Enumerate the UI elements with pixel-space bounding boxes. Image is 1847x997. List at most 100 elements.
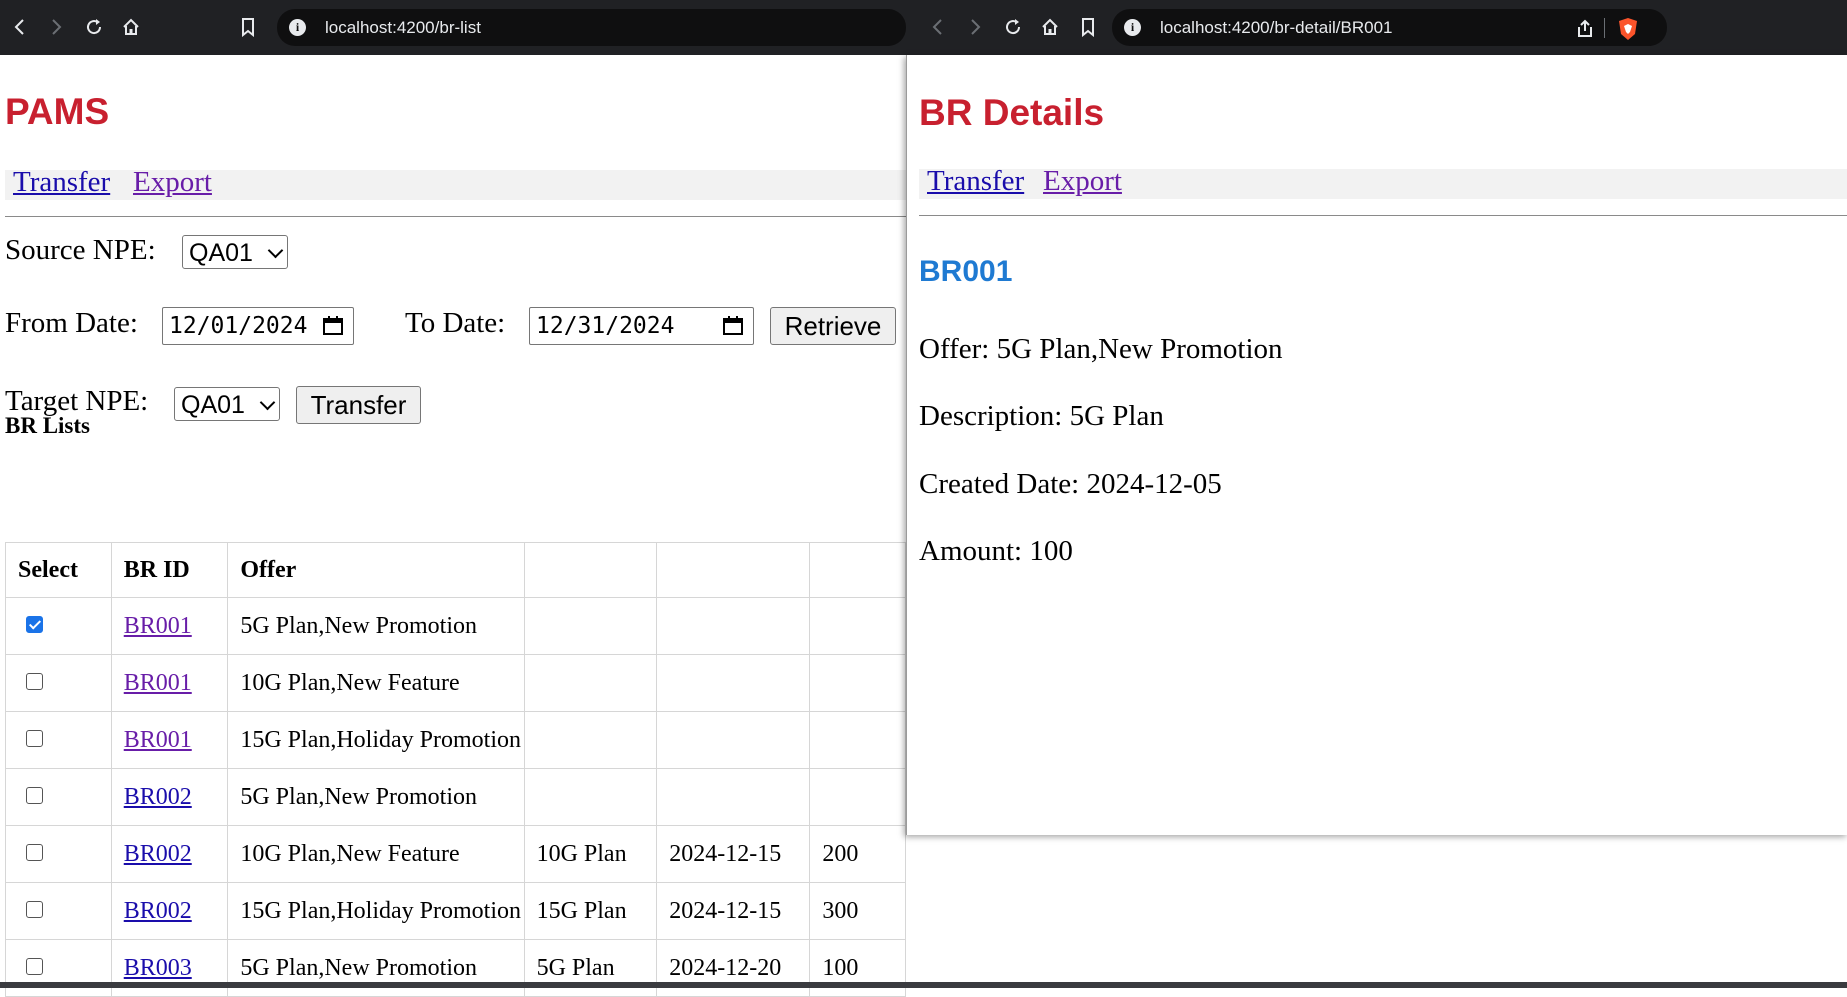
br-id-cell: BR001 [110,597,229,655]
offer-cell: 5G Plan,New Promotion [227,597,525,655]
br-id-link[interactable]: BR001 [124,727,192,753]
br-id-cell: BR002 [110,768,229,826]
amount-cell: 200 [809,825,906,883]
offer-cell: 15G Plan,Holiday Promotion [227,711,525,769]
to-date-label: To Date: [405,307,506,339]
reload-icon[interactable] [1001,15,1025,39]
row-select-checkbox[interactable] [26,729,43,747]
description-cell: 10G Plan [523,825,658,883]
right-url-text: localhost:4200/br-detail/BR001 [1160,18,1393,37]
table-header-row: Select BR ID Offer [5,542,906,598]
chevron-down-icon [259,394,276,411]
nav-export-link[interactable]: Export [133,166,212,199]
description-cell [523,654,658,712]
amount-cell [809,768,906,826]
offer-cell: 5G Plan,New Promotion [227,768,525,826]
from-date-input[interactable]: 12/01/2024 [162,307,354,345]
share-icon[interactable] [1575,9,1595,46]
to-date-input[interactable]: 12/31/2024 [529,307,754,345]
br-id-link[interactable]: BR001 [124,613,192,639]
detail-description: Description: 5G Plan [919,400,1164,432]
br-id-link[interactable]: BR003 [124,955,192,981]
col-header-offer: Offer [227,542,525,598]
chevron-down-icon [267,242,284,259]
amount-cell [809,654,906,712]
offer-cell: 10G Plan,New Feature [227,654,525,712]
row-select-checkbox[interactable] [26,843,43,861]
right-address-bar[interactable]: i localhost:4200/br-detail/BR001 [1112,9,1667,46]
amount-cell [809,711,906,769]
table-row: BR001 5G Plan,New Promotion [5,597,906,655]
back-icon[interactable] [8,15,32,39]
table-row: BR002 10G Plan,New Feature 10G Plan 2024-12… [5,825,906,883]
detail-nav-divider [919,215,1847,216]
detail-nav-export-link[interactable]: Export [1043,165,1122,198]
row-select-checkbox[interactable] [26,786,43,804]
bookmark-icon[interactable] [236,15,260,39]
amount-cell [809,597,906,655]
brave-shield-icon[interactable] [1617,9,1639,46]
toolbar-divider [1604,18,1605,38]
back-icon[interactable] [926,15,950,39]
calendar-icon[interactable] [723,316,743,335]
target-npe-select[interactable]: QA01 [174,387,280,421]
taskbar-edge [0,982,1847,988]
source-npe-label: Source NPE: [5,234,156,266]
br-id-link[interactable]: BR001 [124,670,192,696]
nav-divider [5,216,906,217]
description-cell [523,768,658,826]
created-date-cell [656,768,811,826]
br-id-cell: BR001 [110,711,229,769]
detail-nav-transfer-link[interactable]: Transfer [927,165,1024,198]
left-address-bar[interactable]: i localhost:4200/br-list [277,9,906,46]
created-date-cell [656,654,811,712]
br-detail-page: BR Details Transfer Export BR001 Offer: … [906,55,1847,835]
created-date-cell [656,711,811,769]
br-list-page: PAMS Transfer Export Source NPE: QA01 Fr… [0,55,906,997]
created-date-cell [656,597,811,655]
table-row: BR002 5G Plan,New Promotion [5,768,906,826]
left-browser-toolbar: i localhost:4200/br-list [0,0,906,55]
home-icon[interactable] [1038,15,1062,39]
detail-amount: Amount: 100 [919,535,1073,567]
description-cell: 15G Plan [523,882,658,940]
row-select-checkbox[interactable] [26,900,43,918]
select-cell [5,768,112,826]
transfer-button[interactable]: Transfer [296,386,421,424]
detail-br-id: BR001 [919,255,1013,288]
forward-icon[interactable] [44,15,68,39]
forward-icon[interactable] [963,15,987,39]
created-date-cell: 2024-12-15 [656,825,811,883]
retrieve-button[interactable]: Retrieve [770,307,896,345]
nav-transfer-link[interactable]: Transfer [13,166,110,199]
reload-icon[interactable] [82,15,106,39]
detail-page-title: BR Details [919,92,1105,133]
row-select-checkbox[interactable] [26,957,43,975]
br-id-link[interactable]: BR002 [124,898,192,924]
from-date-label: From Date: [5,307,138,339]
br-id-link[interactable]: BR002 [124,784,192,810]
select-cell [5,825,112,883]
col-header-select: Select [5,542,112,598]
description-cell [523,711,658,769]
br-id-cell: BR002 [110,825,229,883]
site-info-icon[interactable]: i [289,19,306,36]
calendar-icon[interactable] [323,316,343,335]
home-icon[interactable] [119,15,143,39]
right-browser-toolbar: i localhost:4200/br-detail/BR001 [906,0,1847,55]
row-select-checkbox[interactable] [26,615,43,633]
from-date-value: 12/01/2024 [169,313,308,339]
table-row: BR002 15G Plan,Holiday Promotion 15G Plan 2… [5,882,906,940]
site-info-icon[interactable]: i [1124,19,1141,36]
app-title: PAMS [5,91,110,132]
col-header-created [656,542,811,598]
select-cell [5,654,112,712]
br-id-link[interactable]: BR002 [124,841,192,867]
to-date-value: 12/31/2024 [536,313,675,339]
source-npe-select[interactable]: QA01 [182,235,288,269]
detail-nav-strip: Transfer Export [919,165,1847,199]
br-id-cell: BR002 [110,882,229,940]
row-select-checkbox[interactable] [26,672,43,690]
col-header-br-id: BR ID [110,542,229,598]
bookmark-icon[interactable] [1076,15,1100,39]
